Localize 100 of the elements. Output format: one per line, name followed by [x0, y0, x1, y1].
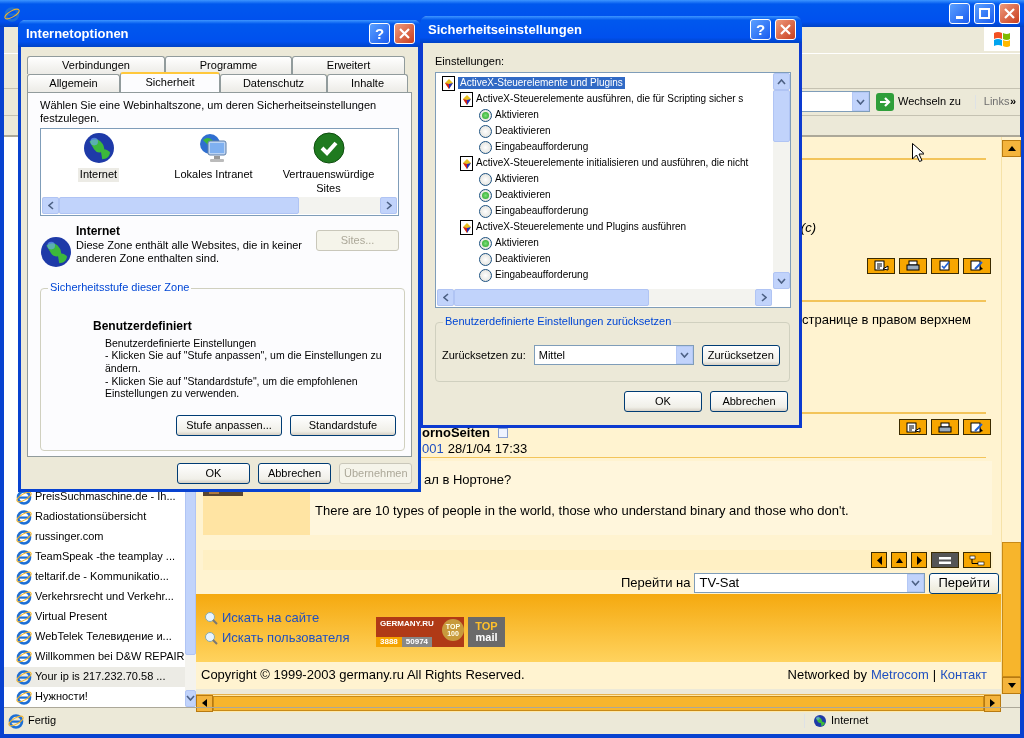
tab[interactable]: Datenschutz	[220, 74, 327, 92]
close-button[interactable]	[999, 3, 1020, 25]
favorite-item[interactable]: Your ip is 217.232.70.58 ...	[4, 666, 185, 687]
security-settings-dialog[interactable]	[420, 16, 802, 428]
favorite-item[interactable]: teltarif.de - Kommunikatio...	[4, 566, 185, 587]
tab[interactable]: Programme	[165, 56, 292, 74]
dialog-button[interactable]: OK	[177, 463, 250, 484]
dialog-title: Sicherheitseinstellungen	[428, 21, 583, 38]
contact-link[interactable]: Контакт	[940, 667, 987, 683]
zone-item[interactable]: Internet	[77, 168, 120, 182]
tab[interactable]: Sicherheit	[120, 72, 220, 92]
level-description: - Klicken Sie auf "Standardstufe", um die empfohlenen Einstellungen zu verwenden.	[105, 374, 359, 400]
page-icon	[16, 648, 32, 665]
reset-button[interactable]: Zurücksetzen	[701, 344, 780, 366]
tree-view-button[interactable]	[963, 552, 991, 569]
search-link[interactable]: Искать пользователя	[222, 629, 350, 646]
favorite-item[interactable]: TeamSpeak -the teamplay ...	[4, 546, 185, 567]
tree-item[interactable]: ActiveX-Steuerelemente ausführen, die für Scripting sicher s	[476, 93, 744, 106]
page-icon	[16, 668, 32, 685]
scrollbar-thumb[interactable]	[773, 90, 790, 143]
forum-select[interactable]: TV-Sat	[694, 573, 926, 594]
scroll-up-button[interactable]	[1002, 139, 1021, 157]
check-button[interactable]	[931, 257, 959, 274]
favorite-item[interactable]: Verkehrsrecht und Verkehr...	[4, 586, 185, 607]
favorite-item[interactable]: Virtual Present	[4, 606, 185, 627]
radio-button[interactable]	[479, 268, 492, 282]
more-chevron[interactable]: »	[1009, 95, 1016, 109]
quote-button[interactable]	[867, 257, 895, 274]
level-button[interactable]: Standardstufe	[290, 414, 396, 436]
links-label[interactable]: Links	[974, 95, 1010, 109]
dialog-button[interactable]: Abbrechen	[258, 463, 331, 484]
favorite-item[interactable]: Нужности!	[4, 686, 185, 707]
maximize-icon	[979, 8, 990, 20]
next-button[interactable]	[911, 552, 927, 569]
scroll-right-button[interactable]	[984, 694, 1001, 712]
tab[interactable]: Allgemein	[27, 74, 120, 92]
level-select[interactable]: Mittel	[533, 345, 694, 366]
scrollbar-thumb[interactable]	[59, 197, 299, 215]
help-button[interactable]: ?	[750, 19, 771, 40]
scrollbar-thumb[interactable]	[1002, 541, 1021, 677]
tab[interactable]: Inhalte	[327, 74, 408, 92]
go-button[interactable]: Wechseln zu	[870, 92, 967, 111]
scroll-left-button[interactable]	[42, 197, 59, 215]
radio-button[interactable]	[479, 236, 492, 250]
radio-button[interactable]	[479, 188, 492, 202]
scrollbar-thumb[interactable]	[454, 289, 649, 307]
tree-item[interactable]: ActiveX-Steuerelemente und Plugins	[458, 77, 625, 90]
previous-button[interactable]	[871, 552, 887, 569]
help-button[interactable]: ?	[369, 23, 390, 44]
close-icon	[399, 28, 410, 39]
tab[interactable]: Verbindungen	[27, 56, 165, 74]
radio-button[interactable]	[479, 140, 492, 154]
signature-text: (c)	[800, 219, 816, 236]
minimize-button[interactable]	[949, 3, 970, 25]
edit-button[interactable]	[963, 257, 991, 274]
network-link[interactable]: Metrocom	[871, 667, 929, 683]
page-icon	[8, 712, 24, 729]
go-button[interactable]: Перейти	[929, 572, 999, 594]
favorite-item[interactable]: Radiostationsübersicht	[4, 506, 185, 527]
up-button[interactable]	[891, 552, 907, 569]
dialog-button[interactable]: OK	[624, 391, 702, 413]
dialog-button[interactable]: Abbrechen	[710, 391, 788, 413]
scroll-left-button[interactable]	[437, 289, 454, 307]
radio-button[interactable]	[479, 124, 492, 138]
level-button[interactable]: Stufe anpassen...	[176, 414, 282, 436]
radio-button[interactable]	[479, 172, 492, 186]
favorite-item[interactable]: Willkommen bei D&W REPAIR	[4, 646, 185, 667]
minimize-icon	[956, 16, 963, 20]
maximize-button[interactable]	[974, 3, 995, 25]
favorite-item[interactable]: PreisSuchmaschine.de - Ih...	[4, 486, 185, 507]
zone-item[interactable]: Lokales Intranet	[172, 168, 255, 182]
edit-button[interactable]	[963, 419, 991, 436]
tree-view-icon	[969, 554, 985, 566]
radio-button[interactable]	[479, 204, 492, 218]
print-button[interactable]	[931, 419, 959, 436]
radio-button[interactable]	[479, 108, 492, 122]
scroll-down-button[interactable]	[773, 272, 790, 290]
print-button[interactable]	[899, 257, 927, 274]
favorite-item[interactable]: WebTelek Телевидение и...	[4, 626, 185, 647]
tab[interactable]: Erweitert	[292, 56, 405, 74]
tree-item[interactable]: ActiveX-Steuerelemente und Plugins ausführen	[476, 221, 687, 234]
close-button[interactable]	[775, 19, 796, 40]
scroll-left-button[interactable]	[196, 694, 213, 712]
zone-item[interactable]: Vertrauenswürdige Sites	[271, 168, 386, 195]
scroll-down-button[interactable]	[184, 689, 196, 707]
scroll-right-button[interactable]	[755, 289, 772, 307]
radio-button[interactable]	[479, 252, 492, 266]
flat-view-button[interactable]	[931, 552, 959, 569]
mail-banner[interactable]: TOP mail	[468, 616, 505, 647]
close-button[interactable]	[394, 23, 415, 44]
post-text: странице в правом верхнем	[802, 311, 971, 328]
next-icon	[914, 554, 924, 566]
tree-item[interactable]: ActiveX-Steuerelemente initialisieren und ausführen, die nicht	[476, 157, 749, 170]
settings-page-icon	[460, 91, 473, 107]
scroll-right-button[interactable]	[380, 197, 397, 215]
search-link[interactable]: Искать на сайте	[222, 610, 320, 626]
internet-options-dialog[interactable]	[18, 20, 421, 492]
profile-link[interactable]: 001	[422, 440, 444, 457]
favorite-item[interactable]: russinger.com	[4, 526, 185, 547]
quote-button[interactable]	[899, 419, 927, 436]
